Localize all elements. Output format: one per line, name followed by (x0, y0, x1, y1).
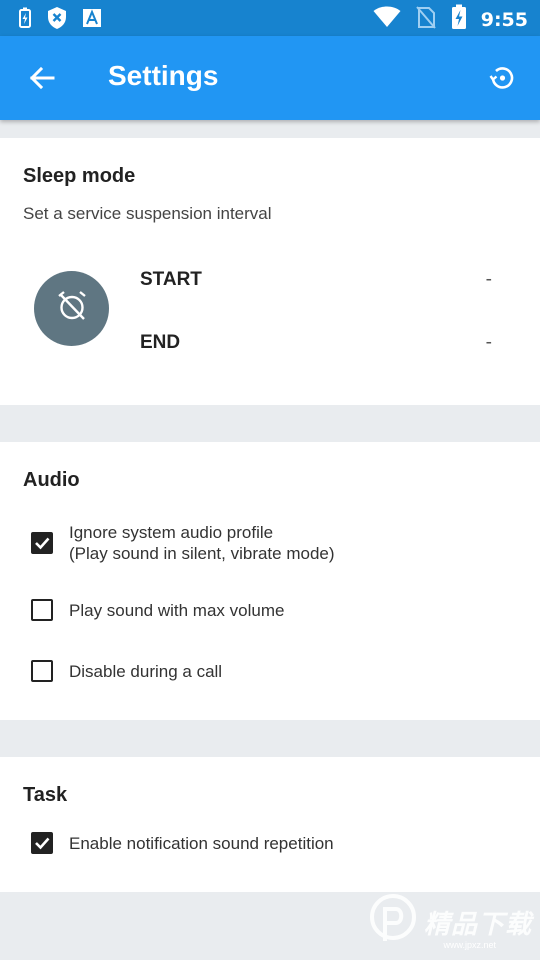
sleep-mode-card: Sleep mode Set a service suspension inte… (0, 138, 540, 405)
start-value[interactable]: - (486, 269, 492, 291)
checkbox[interactable] (31, 832, 53, 854)
option-label-line1: Ignore system audio profile (69, 523, 274, 542)
watermark-logo-icon (368, 893, 418, 952)
sleep-mode-button[interactable] (34, 271, 109, 346)
task-title: Task (23, 784, 68, 806)
battery-charging-icon (451, 4, 467, 35)
watermark-url: www.jpxz.net (443, 940, 496, 950)
option-label: Ignore system audio profile (Play sound … (69, 522, 335, 564)
end-value[interactable]: - (486, 332, 492, 354)
shield-x-icon (46, 6, 68, 35)
option-label-line2: (Play sound in silent, vibrate mode) (69, 544, 335, 563)
checkbox[interactable] (31, 599, 53, 621)
max-volume-option[interactable]: Play sound with max volume (31, 599, 520, 621)
restore-icon[interactable] (488, 64, 516, 92)
checkbox[interactable] (31, 532, 53, 554)
option-label: Play sound with max volume (69, 600, 285, 620)
task-card: Task Enable notification sound repetitio… (0, 757, 540, 892)
wifi-icon (373, 6, 401, 33)
disable-during-call-option[interactable]: Disable during a call (31, 660, 520, 682)
status-bar: 9:55 (0, 0, 540, 36)
status-time: 9:55 (480, 8, 528, 31)
start-label[interactable]: START (140, 269, 202, 291)
audio-title: Audio (23, 469, 80, 491)
app-bar: Settings (0, 36, 540, 120)
battery-saver-icon (18, 7, 32, 34)
ignore-audio-profile-option[interactable]: Ignore system audio profile (Play sound … (31, 522, 520, 564)
no-sim-icon (415, 5, 437, 34)
end-label[interactable]: END (140, 332, 180, 354)
option-label: Disable during a call (69, 661, 223, 681)
option-label: Enable notification sound repetition (69, 833, 334, 853)
checkbox[interactable] (31, 660, 53, 682)
notification-repetition-option[interactable]: Enable notification sound repetition (31, 832, 520, 854)
arrow-left-icon[interactable] (28, 64, 56, 92)
alarm-off-icon (55, 289, 89, 328)
font-a-icon (82, 8, 102, 33)
page-title: Settings (108, 60, 219, 91)
sleep-mode-title: Sleep mode (23, 165, 136, 187)
watermark-text: 精品下载 (423, 910, 532, 940)
sleep-mode-subtitle: Set a service suspension interval (23, 204, 272, 223)
audio-card: Audio Ignore system audio profile (Play … (0, 442, 540, 720)
